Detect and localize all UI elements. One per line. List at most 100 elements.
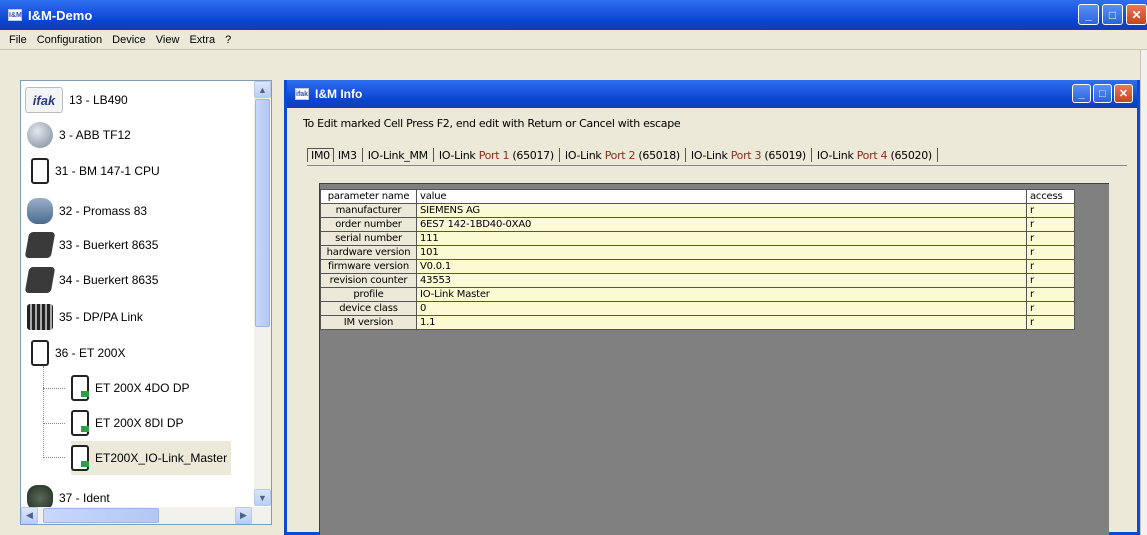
table-row: profile IO-Link Master r xyxy=(320,287,1075,302)
tab-id: (65018) xyxy=(635,148,680,162)
parameter-table: parameter name value access manufacturer… xyxy=(320,189,1075,330)
parameter-value-cell[interactable]: 43553 xyxy=(416,273,1027,288)
tab-label: IM0 xyxy=(311,149,330,162)
menu-help[interactable]: ? xyxy=(220,34,236,46)
tab-io-link-port-4[interactable]: IO-Link Port 4 (65020) xyxy=(813,149,936,162)
column-header-parameter-name[interactable]: parameter name xyxy=(320,189,417,204)
tree-node-io-link-master[interactable]: ET200X_IO-Link_Master xyxy=(71,441,232,475)
child-window-controls: _ □ ✕ xyxy=(1072,84,1133,103)
column-header-value[interactable]: value xyxy=(416,189,1027,204)
tab-page-border xyxy=(307,165,1127,166)
tree-node-abb-tf12[interactable]: 3 - ABB TF12 xyxy=(27,118,131,152)
tree-node-buerkert-33[interactable]: 33 - Buerkert 8635 xyxy=(24,228,158,262)
parameter-name-cell: device class xyxy=(320,301,417,316)
parameter-name-cell: order number xyxy=(320,217,417,232)
parameter-name-cell: manufacturer xyxy=(320,203,417,218)
parameter-access-cell: r xyxy=(1026,217,1075,232)
tab-label: IM3 xyxy=(337,148,357,162)
tree-node-promass[interactable]: 32 - Promass 83 xyxy=(27,194,147,228)
im-info-title-bar[interactable]: ifak I&M Info _ □ ✕ xyxy=(287,80,1137,108)
tab-io-link-port-2[interactable]: IO-Link Port 2 (65018) xyxy=(561,149,684,162)
parameter-value-cell[interactable]: 111 xyxy=(416,231,1027,246)
horizontal-scroll-thumb[interactable] xyxy=(43,508,159,523)
menu-device[interactable]: Device xyxy=(107,34,151,46)
parameter-access-cell: r xyxy=(1026,231,1075,246)
app-title-bar[interactable]: I&M I&M-Demo _ □ ✕ xyxy=(0,0,1147,30)
tab-separator xyxy=(432,148,434,162)
parameter-value-cell[interactable]: SIEMENS AG xyxy=(416,203,1027,218)
tab-im3[interactable]: IM3 xyxy=(334,149,361,162)
im-info-title: I&M Info xyxy=(315,87,363,101)
table-row: hardware version 101 r xyxy=(320,245,1075,260)
tab-separator xyxy=(361,148,363,162)
tree-node-label: 13 - LB490 xyxy=(69,93,128,107)
scroll-right-button[interactable]: ▶ xyxy=(235,507,252,524)
column-header-access[interactable]: access xyxy=(1026,189,1075,204)
io-module-icon xyxy=(71,375,89,401)
ifak-logo-icon: ifak xyxy=(25,87,63,113)
table-row: IM version 1.1 r xyxy=(320,315,1075,330)
tab-port: Port 3 xyxy=(730,148,762,162)
parameter-name-cell: hardware version xyxy=(320,245,417,260)
globe-device-icon xyxy=(27,122,53,148)
menu-configuration[interactable]: Configuration xyxy=(32,34,107,46)
parameter-access-cell: r xyxy=(1026,315,1075,330)
tab-id: (65017) xyxy=(509,148,554,162)
parameter-access-cell: r xyxy=(1026,273,1075,288)
tree-node-label: ET200X_IO-Link_Master xyxy=(95,451,228,465)
parameter-value-cell[interactable]: IO-Link Master xyxy=(416,287,1027,302)
parameter-value-cell[interactable]: 0 xyxy=(416,301,1027,316)
tab-id: (65020) xyxy=(887,148,932,162)
tab-separator xyxy=(936,148,938,162)
tree-node-label: 37 - Ident xyxy=(59,491,110,505)
tree-node-dp-pa-link[interactable]: 35 - DP/PA Link xyxy=(27,300,143,334)
tree-vertical-scrollbar[interactable]: ▲ ▼ xyxy=(254,81,271,506)
table-row: order number 6ES7 142-1BD40-0XA0 r xyxy=(320,217,1075,232)
scroll-up-button[interactable]: ▲ xyxy=(254,81,271,98)
maximize-button[interactable]: □ xyxy=(1102,4,1123,25)
tree-node-bm147[interactable]: 31 - BM 147-1 CPU xyxy=(31,154,160,188)
scroll-down-button[interactable]: ▼ xyxy=(254,489,271,506)
menu-file[interactable]: File xyxy=(4,34,32,46)
tree-node-label: 32 - Promass 83 xyxy=(59,204,148,218)
tree-node-et200x-8di[interactable]: ET 200X 8DI DP xyxy=(71,406,184,440)
io-module-icon xyxy=(71,410,89,436)
vertical-scroll-thumb[interactable] xyxy=(255,99,270,327)
parameter-access-cell: r xyxy=(1026,259,1075,274)
mdi-vertical-scrollbar[interactable] xyxy=(1140,50,1147,535)
parameter-value-cell[interactable]: 1.1 xyxy=(416,315,1027,330)
parameter-value-cell[interactable]: 6ES7 142-1BD40-0XA0 xyxy=(416,217,1027,232)
rack-module-icon xyxy=(31,158,49,184)
parameter-value-cell[interactable]: 101 xyxy=(416,245,1027,260)
parameter-value-cell[interactable]: V0.0.1 xyxy=(416,259,1027,274)
tree-connector xyxy=(43,388,65,389)
tab-strip: IM0 IM3 IO-Link_MM IO-Link Port 1 (65017… xyxy=(307,146,939,164)
tree-node-et200x-4do[interactable]: ET 200X 4DO DP xyxy=(71,371,190,405)
minimize-button[interactable]: _ xyxy=(1078,4,1099,25)
tab-im0[interactable]: IM0 xyxy=(307,148,334,162)
menu-view[interactable]: View xyxy=(151,34,185,46)
close-button[interactable]: ✕ xyxy=(1126,4,1147,25)
tree-connector xyxy=(43,366,44,456)
tab-io-link-port-3[interactable]: IO-Link Port 3 (65019) xyxy=(687,149,810,162)
tab-io-link-mm[interactable]: IO-Link_MM xyxy=(364,149,432,162)
parameter-grid-area: parameter name value access manufacturer… xyxy=(319,183,1109,535)
tree-node-label: ET 200X 8DI DP xyxy=(95,416,184,430)
child-minimize-button[interactable]: _ xyxy=(1072,84,1091,103)
parameter-name-cell: serial number xyxy=(320,231,417,246)
tab-port: Port 4 xyxy=(856,148,888,162)
io-module-icon xyxy=(71,445,89,471)
child-close-button[interactable]: ✕ xyxy=(1114,84,1133,103)
tab-label: IO-Link xyxy=(438,148,479,162)
tree-node-et200x[interactable]: 36 - ET 200X xyxy=(31,336,126,370)
child-maximize-button[interactable]: □ xyxy=(1093,84,1112,103)
scroll-left-button[interactable]: ◀ xyxy=(21,507,38,524)
tab-separator xyxy=(810,148,812,162)
tree-node-buerkert-34[interactable]: 34 - Buerkert 8635 xyxy=(24,263,159,297)
tab-label: IO-Link xyxy=(816,148,857,162)
menu-extra[interactable]: Extra xyxy=(184,34,220,46)
tree-node-lb490[interactable]: ifak 13 - LB490 xyxy=(25,83,128,117)
tree-node-label: 34 - Buerkert 8635 xyxy=(59,273,159,287)
tab-io-link-port-1[interactable]: IO-Link Port 1 (65017) xyxy=(435,149,558,162)
tree-horizontal-scrollbar[interactable]: ◀ ▶ xyxy=(21,507,271,524)
